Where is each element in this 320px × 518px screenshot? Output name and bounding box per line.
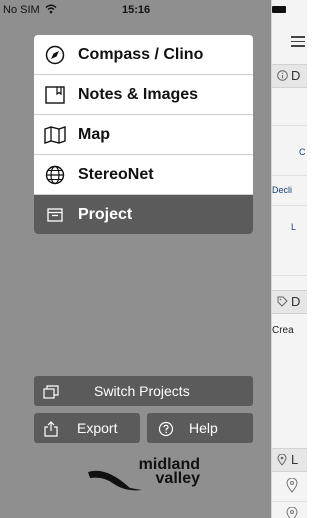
- detail-cell: [272, 87, 307, 126]
- location-row[interactable]: [272, 471, 307, 502]
- menu-item-label: StereoNet: [78, 165, 154, 183]
- wifi-icon: [45, 4, 57, 17]
- menu-item-map[interactable]: Map: [34, 115, 253, 155]
- switch-projects-label: Switch Projects: [94, 383, 190, 399]
- help-button[interactable]: Help: [147, 413, 253, 443]
- tag-icon: [277, 296, 288, 309]
- midland-valley-logo-swoosh: [86, 466, 146, 499]
- description-section-header: D: [272, 290, 307, 314]
- description-header-text: D: [291, 294, 301, 309]
- compass-icon: [44, 44, 66, 66]
- main-menu: Compass / Clino Notes & Images Map Stere…: [34, 35, 253, 234]
- project-box-icon: [44, 204, 66, 226]
- globe-icon: [44, 164, 66, 186]
- detail-cell: [272, 205, 307, 276]
- locations-header-text: L: [291, 452, 299, 467]
- location-pin-icon: [286, 506, 298, 518]
- status-time: 15:16: [122, 4, 151, 16]
- menu-item-label: Project: [78, 205, 133, 223]
- detail-cell: [272, 175, 307, 206]
- location-pin-icon: [286, 477, 298, 495]
- help-label: Help: [189, 420, 218, 436]
- details-header-text: D: [291, 68, 301, 83]
- hamburger-menu-icon[interactable]: [291, 36, 305, 50]
- description-text: Crea: [272, 325, 294, 336]
- map-icon: [44, 124, 66, 146]
- locations-section-header: L: [272, 448, 307, 472]
- menu-item-label: Compass / Clino: [78, 45, 204, 63]
- location-pin-icon: [277, 453, 287, 468]
- share-icon: [42, 421, 60, 437]
- switch-projects-icon: [42, 384, 60, 400]
- menu-item-compass-clino[interactable]: Compass / Clino: [34, 35, 253, 75]
- menu-item-project[interactable]: Project: [34, 195, 253, 234]
- help-circle-icon: [157, 421, 175, 437]
- export-button[interactable]: Export: [34, 413, 140, 443]
- location-row[interactable]: [272, 501, 307, 518]
- details-section-header: D: [272, 64, 307, 88]
- switch-projects-button[interactable]: Switch Projects: [34, 376, 253, 406]
- menu-item-stereonet[interactable]: StereoNet: [34, 155, 253, 195]
- menu-item-label: Notes & Images: [78, 85, 199, 103]
- battery-icon: [272, 6, 286, 13]
- notebook-icon: [44, 84, 66, 106]
- detail-cell: [272, 125, 307, 176]
- carrier-label: No SIM: [3, 4, 40, 16]
- project-details-panel: D C Decli L D Crea L: [271, 0, 307, 518]
- menu-item-notes-images[interactable]: Notes & Images: [34, 75, 253, 115]
- info-icon: [277, 70, 288, 83]
- menu-item-label: Map: [78, 125, 110, 143]
- app-screen: No SIM 15:16 Compass / Clino Notes & Ima…: [0, 0, 307, 518]
- status-bar: No SIM 15:16: [0, 0, 270, 20]
- export-label: Export: [77, 420, 118, 436]
